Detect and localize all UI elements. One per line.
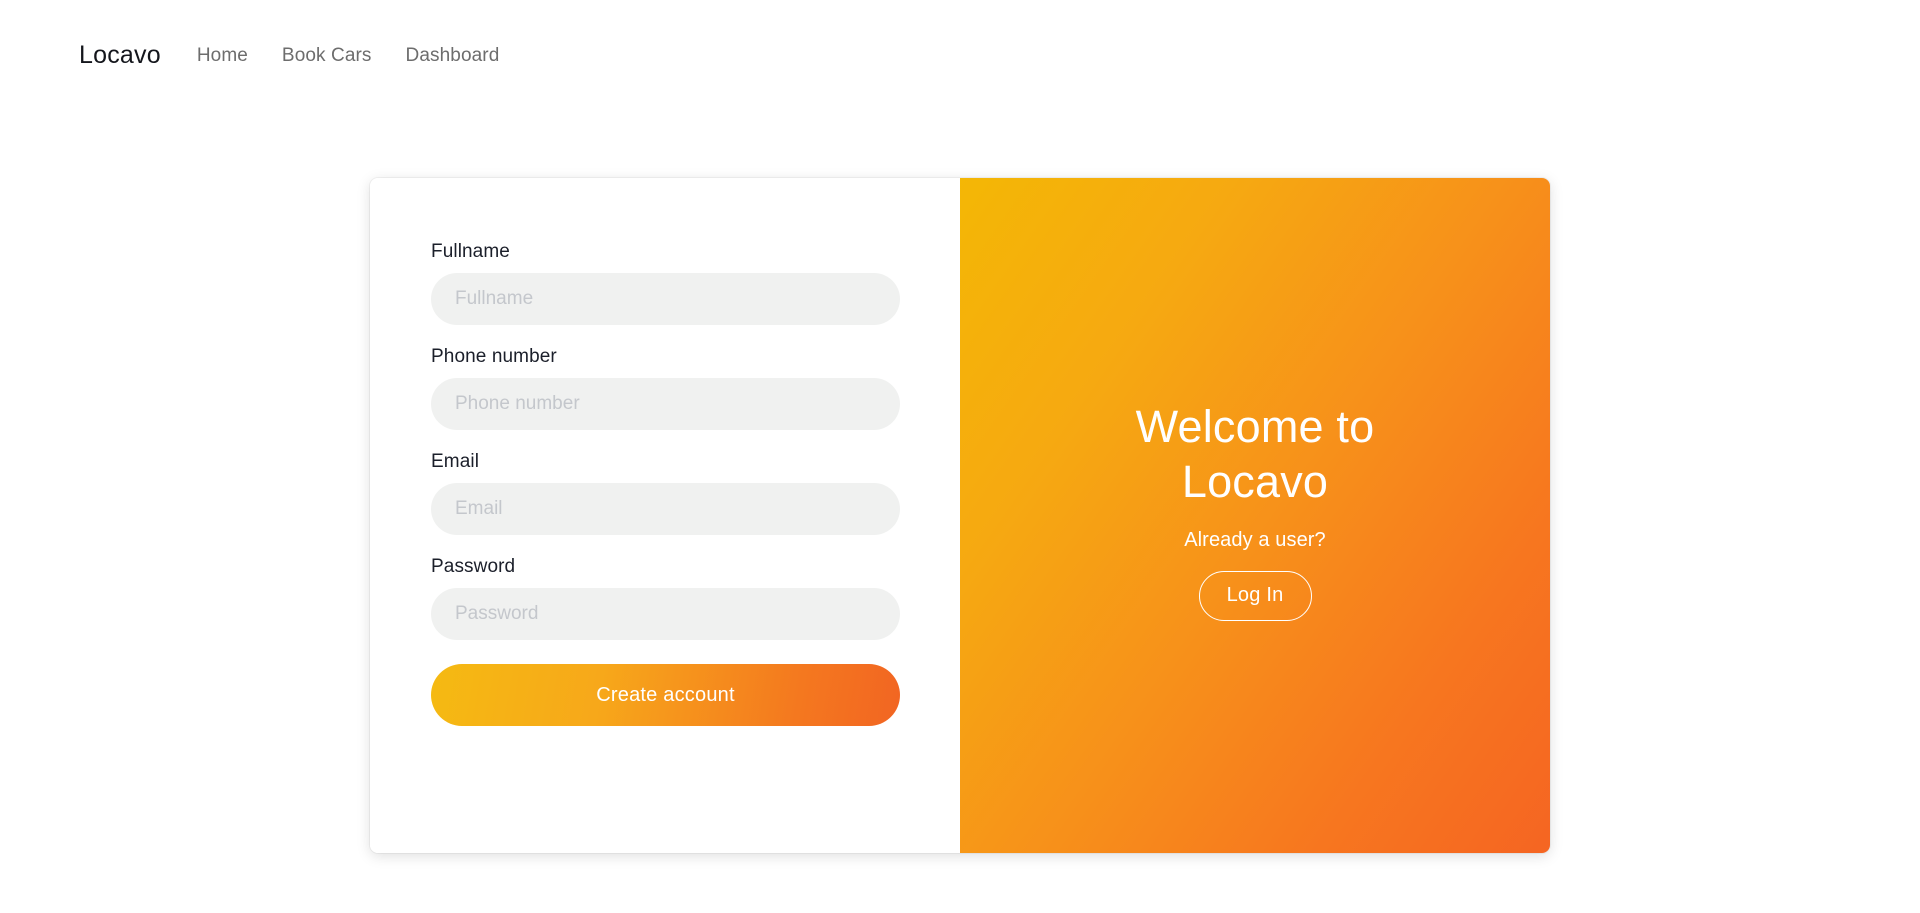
nav-link-dashboard[interactable]: Dashboard [406,46,500,65]
phone-number-input[interactable] [431,378,900,430]
already-a-user-text: Already a user? [1184,528,1326,551]
email-label: Email [431,451,480,472]
email-input[interactable] [431,483,900,535]
password-label: Password [431,556,516,577]
fullname-label: Fullname [431,241,510,262]
main-navbar: Locavo Home Book Cars Dashboard [0,0,1920,110]
nav-links: Home Book Cars Dashboard [197,46,500,65]
phone-number-label: Phone number [431,346,557,367]
welcome-title: Welcome to Locavo [1135,401,1375,507]
password-input[interactable] [431,588,900,640]
nav-link-book-cars[interactable]: Book Cars [282,46,372,65]
log-in-button[interactable]: Log In [1198,570,1312,621]
auth-card: Fullname Phone number Email Password Cre… [370,178,1550,853]
fullname-input[interactable] [431,273,900,325]
field-group-fullname: Fullname [431,242,900,325]
brand-logo[interactable]: Locavo [79,42,161,68]
field-group-email: Email [431,452,900,535]
signup-form: Fullname Phone number Email Password Cre… [370,178,960,853]
field-group-phone-number: Phone number [431,347,900,430]
welcome-panel: Welcome to Locavo Already a user? Log In [960,178,1550,853]
create-account-button[interactable]: Create account [431,664,900,726]
field-group-password: Password [431,557,900,640]
nav-link-home[interactable]: Home [197,46,248,65]
